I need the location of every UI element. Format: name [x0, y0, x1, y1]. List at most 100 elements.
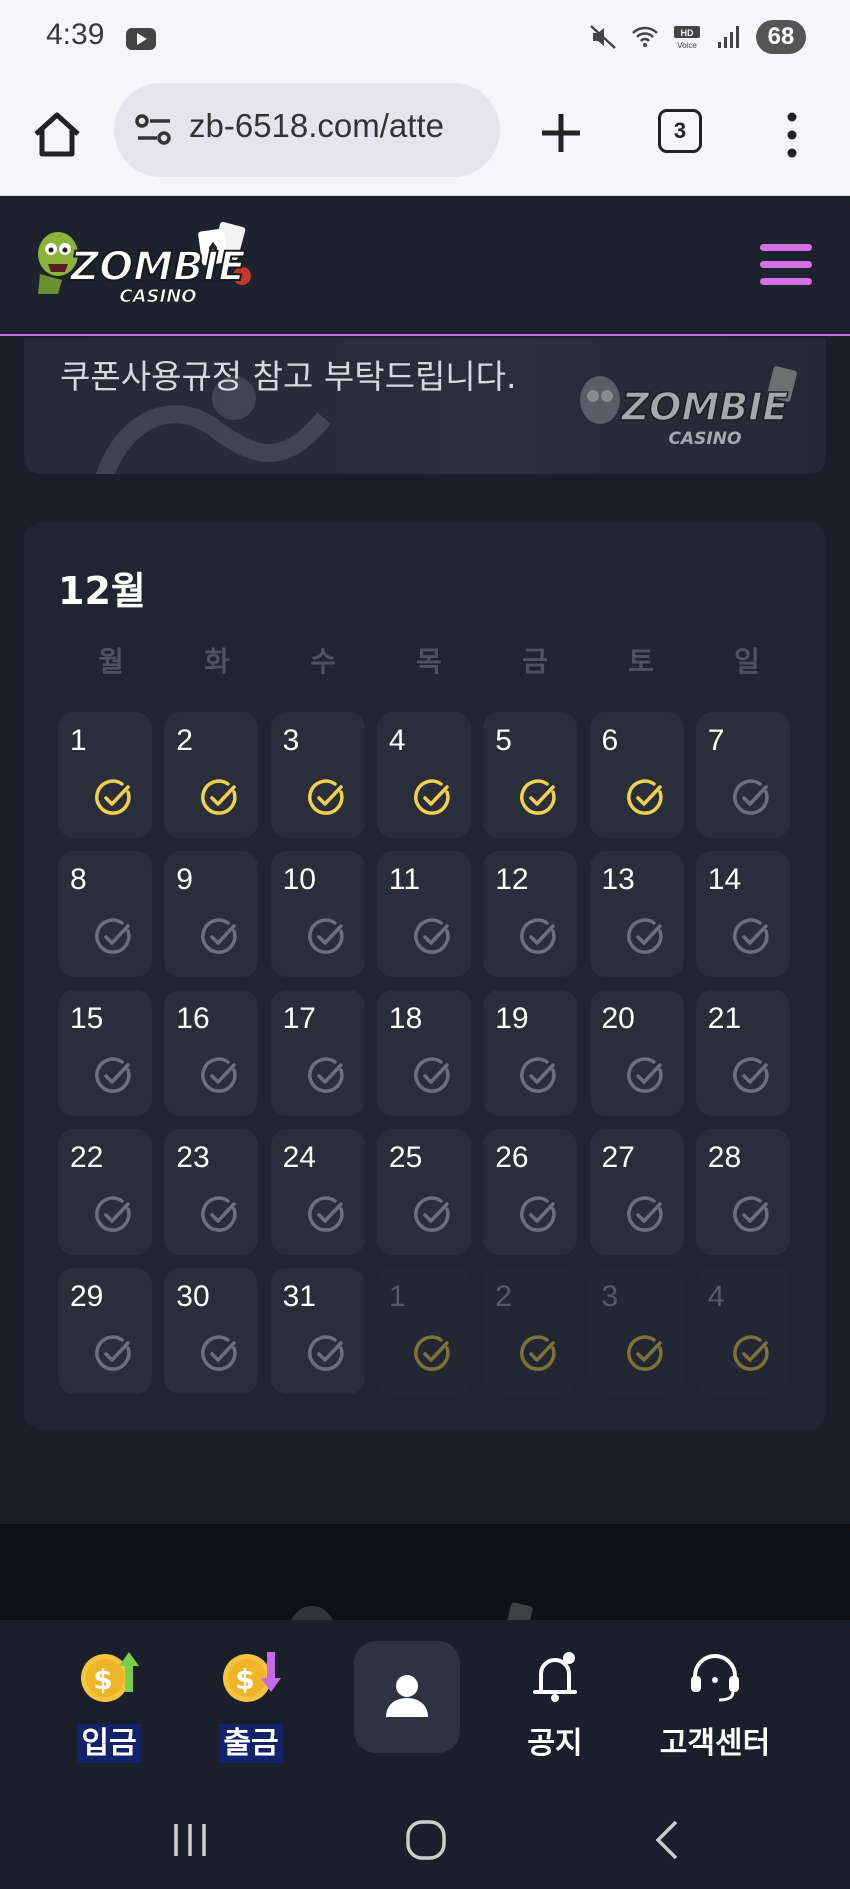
wifi-icon — [632, 26, 658, 47]
calendar-day-number: 29 — [70, 1280, 104, 1313]
nav-withdraw[interactable]: $ 출금 — [186, 1646, 316, 1766]
attendance-unchecked-icon — [201, 1057, 237, 1093]
hd-voice-icon: HD Voice — [674, 26, 700, 50]
calendar-day-number: 22 — [70, 1141, 104, 1174]
attendance-checked-icon — [95, 779, 131, 815]
attendance-checked-icon — [732, 1335, 769, 1371]
profile-button[interactable] — [354, 1641, 460, 1753]
attendance-unchecked-icon — [95, 918, 131, 954]
calendar-day[interactable]: 2 — [164, 712, 259, 838]
calendar-day[interactable]: 29 — [58, 1268, 152, 1394]
attendance-unchecked-icon — [201, 918, 237, 954]
system-navigation-bar — [0, 1790, 850, 1889]
attendance-unchecked-icon — [413, 1057, 450, 1093]
calendar-day[interactable]: 6 — [589, 712, 684, 838]
calendar-day[interactable]: 22 — [58, 1129, 152, 1255]
calendar-day[interactable]: 10 — [270, 851, 365, 977]
nav-notice[interactable]: 공지 — [490, 1646, 620, 1766]
attendance-unchecked-icon — [307, 1335, 344, 1371]
calendar-day[interactable]: 8 — [58, 851, 152, 977]
calendar-day-number: 3 — [282, 724, 300, 757]
calendar-day[interactable]: 12 — [483, 851, 578, 977]
calendar-day-number: 11 — [388, 863, 421, 896]
calendar-day[interactable]: 26 — [483, 1129, 578, 1255]
attendance-checked-icon — [307, 779, 344, 815]
home-icon[interactable] — [30, 108, 84, 162]
attendance-unchecked-icon — [626, 918, 663, 954]
calendar-day[interactable]: 25 — [376, 1129, 471, 1255]
address-bar[interactable]: zb-6518.com/atte — [114, 83, 500, 177]
status-icons: HD Voice 68 — [588, 20, 806, 54]
attendance-unchecked-icon — [520, 918, 556, 954]
attendance-checked-icon — [201, 779, 237, 815]
browser-toolbar: zb-6518.com/atte 3 — [0, 78, 850, 196]
calendar-day-number: 24 — [282, 1141, 316, 1174]
youtube-icon — [126, 28, 156, 50]
calendar-day[interactable]: 23 — [164, 1129, 259, 1255]
calendar-day[interactable]: 3 — [270, 712, 365, 838]
more-options-icon[interactable] — [780, 108, 804, 162]
attendance-checked-icon — [520, 779, 556, 815]
calendar-day[interactable]: 19 — [483, 990, 578, 1116]
nav-deposit[interactable]: $ 입금 — [44, 1646, 174, 1766]
calendar-day-number: 20 — [601, 1002, 635, 1035]
tab-switcher-button[interactable]: 3 — [658, 109, 702, 153]
calendar-day[interactable]: 11 — [376, 851, 471, 977]
battery-indicator: 68 — [756, 20, 806, 54]
calendar-day[interactable]: 1 — [376, 1268, 471, 1394]
calendar-day[interactable]: 3 — [589, 1268, 684, 1394]
svg-text:ZOMBIE: ZOMBIE — [621, 385, 789, 429]
calendar-day[interactable]: 5 — [483, 712, 578, 838]
url-text: zb-6518.com/atte — [189, 107, 444, 144]
calendar-day-number: 30 — [176, 1280, 210, 1313]
calendar-day[interactable]: 28 — [695, 1129, 790, 1255]
weekday-header: 월 화 수 목 금 토 일 — [58, 640, 800, 680]
calendar-day[interactable]: 31 — [270, 1268, 365, 1394]
calendar-day[interactable]: 4 — [376, 712, 471, 838]
calendar-day-number: 4 — [388, 724, 406, 757]
svg-text:HD: HD — [681, 28, 694, 38]
calendar-day[interactable]: 7 — [695, 712, 790, 838]
signal-icon — [718, 26, 739, 48]
zombie-casino-logo[interactable]: ♠ ZOMBIE CASINO — [30, 216, 270, 316]
calendar-day-number: 16 — [176, 1002, 210, 1035]
calendar-day-number: 25 — [388, 1141, 423, 1174]
calendar-day-number: 2 — [176, 724, 193, 757]
calendar-day[interactable]: 24 — [270, 1129, 365, 1255]
calendar-day[interactable]: 17 — [270, 990, 365, 1116]
calendar-month-title: 12월 — [58, 569, 146, 613]
calendar-day[interactable]: 20 — [589, 990, 684, 1116]
calendar-day[interactable]: 13 — [589, 851, 684, 977]
mute-icon — [590, 25, 616, 49]
nav-support-label: 고객센터 — [659, 1726, 771, 1761]
calendar-day[interactable]: 2 — [483, 1268, 578, 1394]
nav-support[interactable]: 고객센터 — [650, 1646, 780, 1766]
site-settings-icon[interactable] — [134, 113, 174, 147]
attendance-unchecked-icon — [626, 1196, 663, 1232]
calendar-day[interactable]: 14 — [695, 851, 790, 977]
calendar-day-number: 9 — [176, 863, 193, 896]
calendar-day[interactable]: 30 — [164, 1268, 259, 1394]
recent-apps-icon[interactable] — [168, 1818, 212, 1862]
new-tab-icon[interactable] — [536, 108, 586, 158]
attendance-unchecked-icon — [307, 1196, 344, 1232]
back-icon[interactable] — [646, 1818, 690, 1862]
calendar-day[interactable]: 9 — [164, 851, 259, 977]
hamburger-menu-icon[interactable] — [760, 244, 812, 286]
calendar-day[interactable]: 4 — [695, 1268, 790, 1394]
calendar-day[interactable]: 1 — [58, 712, 152, 838]
footer-section — [0, 1524, 850, 1624]
calendar-day[interactable]: 21 — [695, 990, 790, 1116]
calendar-day[interactable]: 18 — [376, 990, 471, 1116]
calendar-day[interactable]: 27 — [589, 1129, 684, 1255]
calendar-day[interactable]: 15 — [58, 990, 152, 1116]
attendance-unchecked-icon — [732, 918, 769, 954]
calendar-day[interactable]: 16 — [164, 990, 259, 1116]
calendar-day-number: 19 — [495, 1002, 529, 1035]
calendar-day-number: 14 — [707, 863, 742, 896]
home-nav-icon[interactable] — [404, 1818, 448, 1862]
calendar-day-number: 4 — [707, 1280, 725, 1313]
calendar-day-number: 23 — [176, 1141, 210, 1174]
site-header: ♠ ZOMBIE CASINO — [0, 196, 850, 336]
nav-notice-label: 공지 — [527, 1726, 583, 1761]
